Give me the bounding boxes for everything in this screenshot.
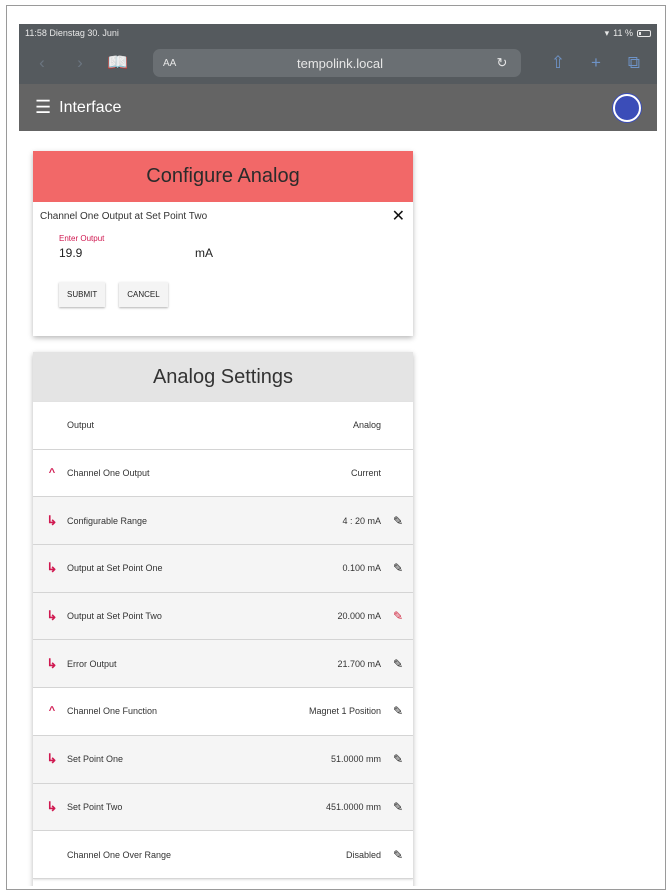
address-bar[interactable]: AA tempolink.local ↻ xyxy=(153,49,521,77)
settings-row[interactable]: ↳ Output at Set Point Two 20.000 mA ✎ xyxy=(33,592,413,641)
settings-row-label: Set Point One xyxy=(67,754,124,765)
settings-row-value: 51.0000 mm xyxy=(330,754,381,765)
sub-arrow-icon: ↳ xyxy=(46,655,58,671)
tabs-icon[interactable]: ⧉ xyxy=(621,53,647,73)
configure-dialog: Configure Analog Channel One Output at S… xyxy=(33,151,413,336)
status-bar: 11:58 Dienstag 30. Juni ▾ 11 % xyxy=(19,24,657,42)
text-size-button[interactable]: AA xyxy=(163,58,187,69)
avatar[interactable] xyxy=(613,93,641,122)
edit-pencil-icon[interactable]: ✎ xyxy=(391,800,405,814)
sub-arrow-icon: ↳ xyxy=(46,512,58,528)
forward-icon[interactable]: › xyxy=(67,53,93,73)
settings-row-value: Magnet 1 Position xyxy=(308,706,381,717)
settings-title: Analog Settings xyxy=(33,352,413,402)
tablet-screen: 11:58 Dienstag 30. Juni ▾ 11 % ‹ › 📖 AA … xyxy=(19,24,657,886)
settings-row[interactable]: ↳ Configurable Range 4 : 20 mA ✎ xyxy=(33,497,413,546)
settings-row[interactable]: ↳ Output at Set Point One 0.100 mA ✎ xyxy=(33,545,413,593)
settings-row[interactable]: Channel One Over Range Disabled ✎ xyxy=(33,831,413,879)
edit-pencil-icon[interactable]: ✎ xyxy=(391,657,405,671)
cancel-button[interactable]: CANCEL xyxy=(119,282,168,307)
settings-row[interactable]: ↳ Set Point Two 451.0000 mm ✎ xyxy=(33,783,413,832)
settings-row[interactable]: ↳ Error Output 21.700 mA ✎ xyxy=(33,640,413,689)
edit-pencil-icon[interactable]: ✎ xyxy=(391,609,405,623)
screenshot-frame: 11:58 Dienstag 30. Juni ▾ 11 % ‹ › 📖 AA … xyxy=(6,5,666,890)
settings-row-value: 20.000 mA xyxy=(337,611,381,622)
settings-row[interactable]: ^ Channel One Function Magnet 1 Position ✎ xyxy=(33,688,413,736)
hamburger-menu-icon[interactable]: ☰ xyxy=(35,97,51,118)
new-tab-icon[interactable]: + xyxy=(583,53,609,73)
settings-row-value: 4 : 20 mA xyxy=(342,515,381,526)
sub-arrow-icon: ↳ xyxy=(46,608,58,624)
settings-row: ^Channel One OutputCurrent✎ xyxy=(33,449,413,498)
settings-row-label: Error Output xyxy=(67,658,117,669)
output-field-label: Enter Output xyxy=(59,234,105,243)
dialog-subtitle: Channel One Output at Set Point Two xyxy=(40,210,208,222)
sub-arrow-icon: ↳ xyxy=(46,751,58,767)
analog-settings-card: Analog Settings Output Analog ✎ ^ Channel… xyxy=(33,352,413,886)
app-title: Interface xyxy=(59,98,122,116)
analog-column-label: Analog xyxy=(352,420,381,431)
app-bar: ☰ Interface xyxy=(19,84,657,131)
share-icon[interactable]: ⇧ xyxy=(545,53,571,73)
sub-arrow-icon: ↳ xyxy=(46,560,58,576)
status-time-date: 11:58 Dienstag 30. Juni xyxy=(25,28,119,38)
back-icon[interactable]: ‹ xyxy=(29,53,55,73)
settings-row-label: Channel One Output xyxy=(67,468,150,479)
settings-row[interactable]: ↳ Set Point One 51.0000 mm ✎ xyxy=(33,735,413,784)
settings-row-label: Set Point Two xyxy=(67,801,123,812)
browser-toolbar: ‹ › 📖 AA tempolink.local ↻ ⇧ + ⧉ xyxy=(19,42,657,84)
bookmarks-icon[interactable]: 📖 xyxy=(105,53,131,73)
edit-pencil-icon[interactable]: ✎ xyxy=(391,752,405,766)
edit-pencil-icon[interactable]: ✎ xyxy=(391,704,405,718)
settings-row-value: Disabled xyxy=(345,849,381,860)
caret-up-icon[interactable]: ^ xyxy=(41,705,63,717)
dialog-title: Configure Analog xyxy=(33,151,413,202)
sub-arrow-icon: ↳ xyxy=(46,798,58,814)
settings-row-value: 451.0000 mm xyxy=(325,801,381,812)
wifi-icon: ▾ xyxy=(604,27,610,38)
close-icon[interactable]: ✕ xyxy=(392,206,405,226)
settings-row-value: 0.100 mA xyxy=(342,563,381,574)
battery-icon xyxy=(637,29,651,37)
edit-pencil-icon[interactable]: ✎ xyxy=(391,514,405,528)
caret-up-icon[interactable]: ^ xyxy=(41,467,63,479)
settings-row-label: Configurable Range xyxy=(67,515,148,526)
settings-row-label: Output at Set Point Two xyxy=(67,611,162,622)
reload-icon[interactable]: ↻ xyxy=(493,55,511,71)
settings-row-value: Current xyxy=(350,468,381,479)
url-host: tempolink.local xyxy=(297,55,383,71)
edit-pencil-icon[interactable]: ✎ xyxy=(391,561,405,575)
output-column-label: Output xyxy=(67,420,95,431)
settings-row-label: Channel One Function xyxy=(67,706,158,717)
settings-row-value: 21.700 mA xyxy=(337,658,381,669)
output-field: Enter Output mA xyxy=(59,234,219,260)
settings-header-row: Output Analog ✎ xyxy=(33,402,413,450)
output-input[interactable] xyxy=(59,246,189,260)
battery-percent: 11 % xyxy=(613,28,633,38)
settings-row-label: Output at Set Point One xyxy=(67,563,163,574)
settings-rows: ^ Channel One Output Current ✎ ↳ Configurable… xyxy=(33,449,413,879)
edit-pencil-icon[interactable]: ✎ xyxy=(391,848,405,862)
output-unit: mA xyxy=(195,246,213,260)
settings-row-label: Channel One Over Range xyxy=(67,849,172,860)
submit-button[interactable]: SUBMIT xyxy=(59,282,106,307)
